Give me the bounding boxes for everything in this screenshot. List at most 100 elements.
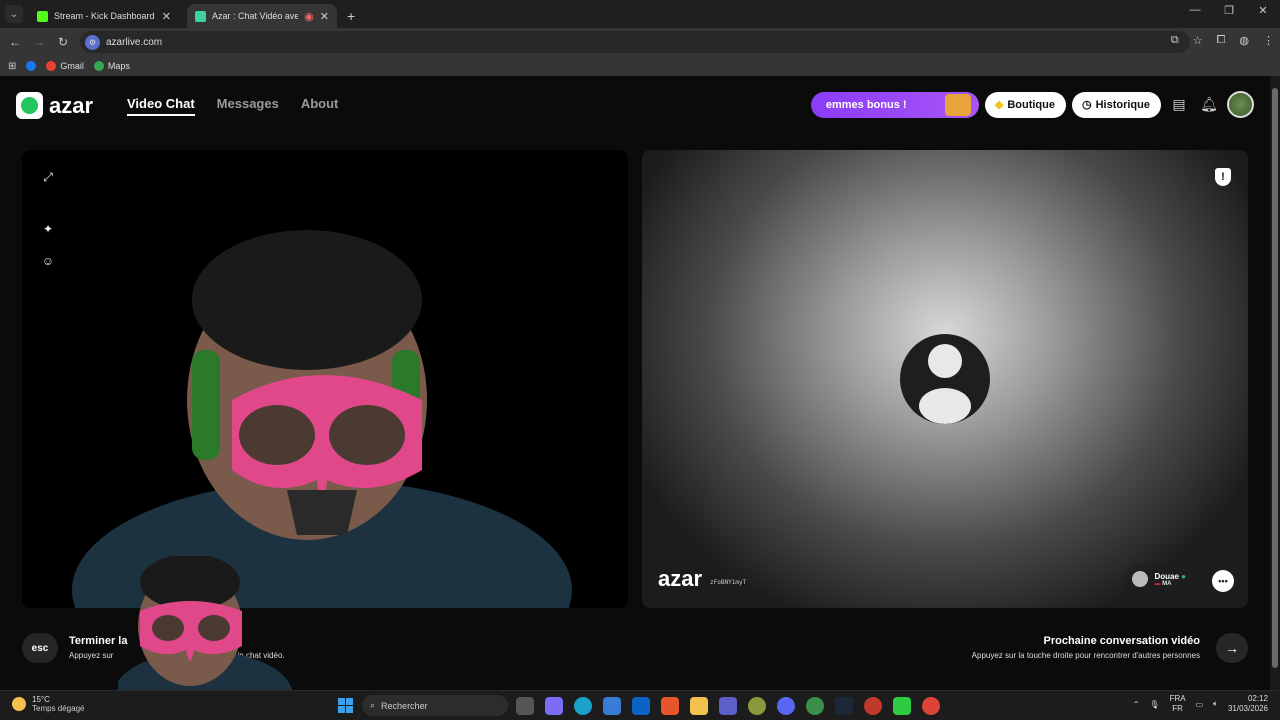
window-controls: — ❐ ✕ — [1178, 4, 1280, 17]
bookmark-maps[interactable]: Maps — [93, 61, 130, 71]
close-tab-icon[interactable]: ✕ — [162, 10, 171, 23]
browser-tab-bar: ⌄ Stream - Kick Dashboard ✕ Azar : Chat … — [0, 0, 1280, 28]
tab-kick-dashboard[interactable]: Stream - Kick Dashboard ✕ — [29, 4, 179, 28]
taskbar-search[interactable]: ⌕ Rechercher — [362, 695, 508, 716]
windows-taskbar: 15°C Temps dégagé ⌕ Rechercher ⌃ 🎙︎ FRA … — [0, 690, 1280, 720]
scroll-thumb[interactable] — [1272, 88, 1278, 668]
maps-icon — [93, 61, 104, 71]
store-icon[interactable]: ▤ — [1167, 93, 1191, 117]
verified-icon: ● — [1181, 571, 1186, 581]
tab-azar[interactable]: Azar : Chat Vidéo avec de n ◉ ✕ — [187, 4, 337, 28]
local-video-tools: ⤢ ✦ ☺ — [40, 170, 56, 270]
bookmark-gmail[interactable]: Gmail — [46, 61, 84, 71]
next-title: Prochaine conversation vidéo — [1043, 635, 1201, 647]
windows-start-icon[interactable] — [338, 698, 353, 713]
flag-icon: ▬ — [1154, 580, 1161, 587]
language-indicator[interactable]: FRA FR — [1170, 694, 1186, 714]
brave-icon[interactable] — [661, 697, 679, 715]
bookmark-star-icon[interactable]: ☆ — [1193, 34, 1203, 47]
user-placeholder-icon — [900, 334, 990, 424]
new-tab-button[interactable]: + — [347, 8, 355, 24]
shop-button[interactable]: ◆ Boutique — [984, 91, 1066, 118]
peer-info[interactable]: Douae ● ▬ MA — [1124, 564, 1194, 594]
outlook-icon[interactable] — [632, 697, 650, 715]
microphone-icon[interactable]: 🎙︎ — [1149, 700, 1159, 709]
bookmark-label: Gmail — [60, 61, 84, 71]
copilot-icon[interactable] — [545, 697, 563, 715]
sticker-icon[interactable]: ☺ — [40, 254, 56, 270]
app-icon[interactable] — [864, 697, 882, 715]
esc-label: esc — [31, 642, 49, 654]
kick-favicon-icon — [37, 10, 48, 22]
minimize-icon[interactable]: — — [1178, 4, 1212, 17]
gem-icon: ◆ — [994, 99, 1004, 111]
close-window-icon[interactable]: ✕ — [1246, 4, 1280, 17]
close-tab-icon[interactable]: ✕ — [320, 10, 329, 23]
task-view-icon[interactable] — [516, 697, 534, 715]
next-chat-button[interactable]: → — [1216, 633, 1248, 663]
end-chat-button[interactable]: esc — [22, 633, 58, 663]
shop-label: Boutique — [1007, 98, 1055, 111]
forward-arrow-icon[interactable]: → — [27, 35, 51, 49]
azar-logo-icon — [16, 92, 43, 119]
bookmarks-bar: ⊞ Gmail Maps — [0, 56, 1280, 76]
stream-cam-overlay — [118, 556, 293, 690]
chrome-icon[interactable] — [922, 697, 940, 715]
nav-messages[interactable]: Messages — [217, 96, 279, 116]
fullscreen-icon[interactable]: ⤢ — [40, 170, 56, 186]
local-video: ⤢ ✦ ☺ — [22, 150, 628, 608]
store-app-icon[interactable] — [603, 697, 621, 715]
nav-about[interactable]: About — [301, 96, 339, 116]
tab-title: Stream - Kick Dashboard — [54, 11, 155, 21]
chrome-icon[interactable] — [806, 697, 824, 715]
magic-wand-icon[interactable]: ✦ — [40, 222, 56, 238]
system-tray: ⌃ 🎙︎ FRA FR ▭ 🔈︎ 02:12 31/03/2026 — [1133, 694, 1268, 714]
bonus-label: emmes bonus ! — [825, 98, 907, 111]
report-shield-icon[interactable]: ! — [1215, 168, 1231, 186]
azar-watermark: azar zFoBNY1myT — [658, 566, 746, 592]
local-camera-feed — [72, 230, 572, 608]
extensions-icon[interactable]: ⧠ — [1217, 34, 1226, 47]
chat-bubble-icon[interactable]: ••• — [1212, 570, 1234, 592]
menu-icon[interactable]: ⋮ — [1263, 34, 1274, 47]
app-icon[interactable] — [748, 697, 766, 715]
edge-icon[interactable] — [574, 697, 592, 715]
address-bar[interactable]: ⚙ azarlive.com — [80, 31, 1190, 53]
clock[interactable]: 02:12 31/03/2026 — [1228, 694, 1268, 714]
weather-widget[interactable]: 15°C Temps dégagé — [12, 695, 84, 713]
toolbar-actions: ⧉ ☆ ⧠ ◍ ⋮ — [1171, 34, 1274, 47]
cast-icon[interactable]: ⧉ — [1171, 34, 1179, 47]
discord-icon[interactable] — [777, 697, 795, 715]
bell-icon[interactable]: 🔔︎ — [1197, 93, 1221, 117]
bonus-button[interactable]: emmes bonus ! — [810, 91, 979, 118]
steam-icon[interactable] — [835, 697, 853, 715]
site-info-icon[interactable]: ⚙ — [85, 34, 100, 50]
profile-icon[interactable]: ◍ — [1239, 34, 1249, 47]
reload-icon[interactable]: ↻ — [51, 35, 75, 49]
azar-logo[interactable]: azar — [16, 92, 93, 119]
history-button[interactable]: ◷ Historique — [1071, 91, 1161, 118]
network-icon[interactable]: ▭ — [1196, 700, 1204, 709]
apps-grid-icon[interactable]: ⊞ — [8, 61, 16, 72]
file-explorer-icon[interactable] — [690, 697, 708, 715]
chevron-up-icon[interactable]: ⌃ — [1133, 700, 1140, 709]
bookmark-facebook[interactable] — [26, 61, 37, 71]
moon-icon — [12, 697, 26, 711]
weather-text: Temps dégagé — [32, 704, 85, 713]
back-arrow-icon[interactable]: ← — [3, 35, 27, 49]
user-avatar[interactable] — [1227, 91, 1254, 118]
volume-icon[interactable]: 🔈︎ — [1213, 699, 1218, 709]
next-chat-text: Prochaine conversation vidéo Appuyez sur… — [972, 635, 1200, 660]
tab-title: Azar : Chat Vidéo avec de n — [212, 11, 299, 21]
teams-icon[interactable] — [719, 697, 737, 715]
azar-favicon-icon — [195, 10, 206, 22]
gmail-icon — [46, 61, 57, 71]
app-icon[interactable] — [893, 697, 911, 715]
restore-icon[interactable]: ❐ — [1212, 4, 1246, 17]
search-placeholder: Rechercher — [381, 700, 428, 711]
watermark-text: azar — [658, 566, 703, 591]
treasure-chest-icon — [944, 93, 971, 116]
tab-search-icon[interactable]: ⌄ — [5, 5, 23, 23]
nav-video-chat[interactable]: Video Chat — [127, 96, 195, 116]
page-scrollbar[interactable] — [1270, 76, 1280, 690]
